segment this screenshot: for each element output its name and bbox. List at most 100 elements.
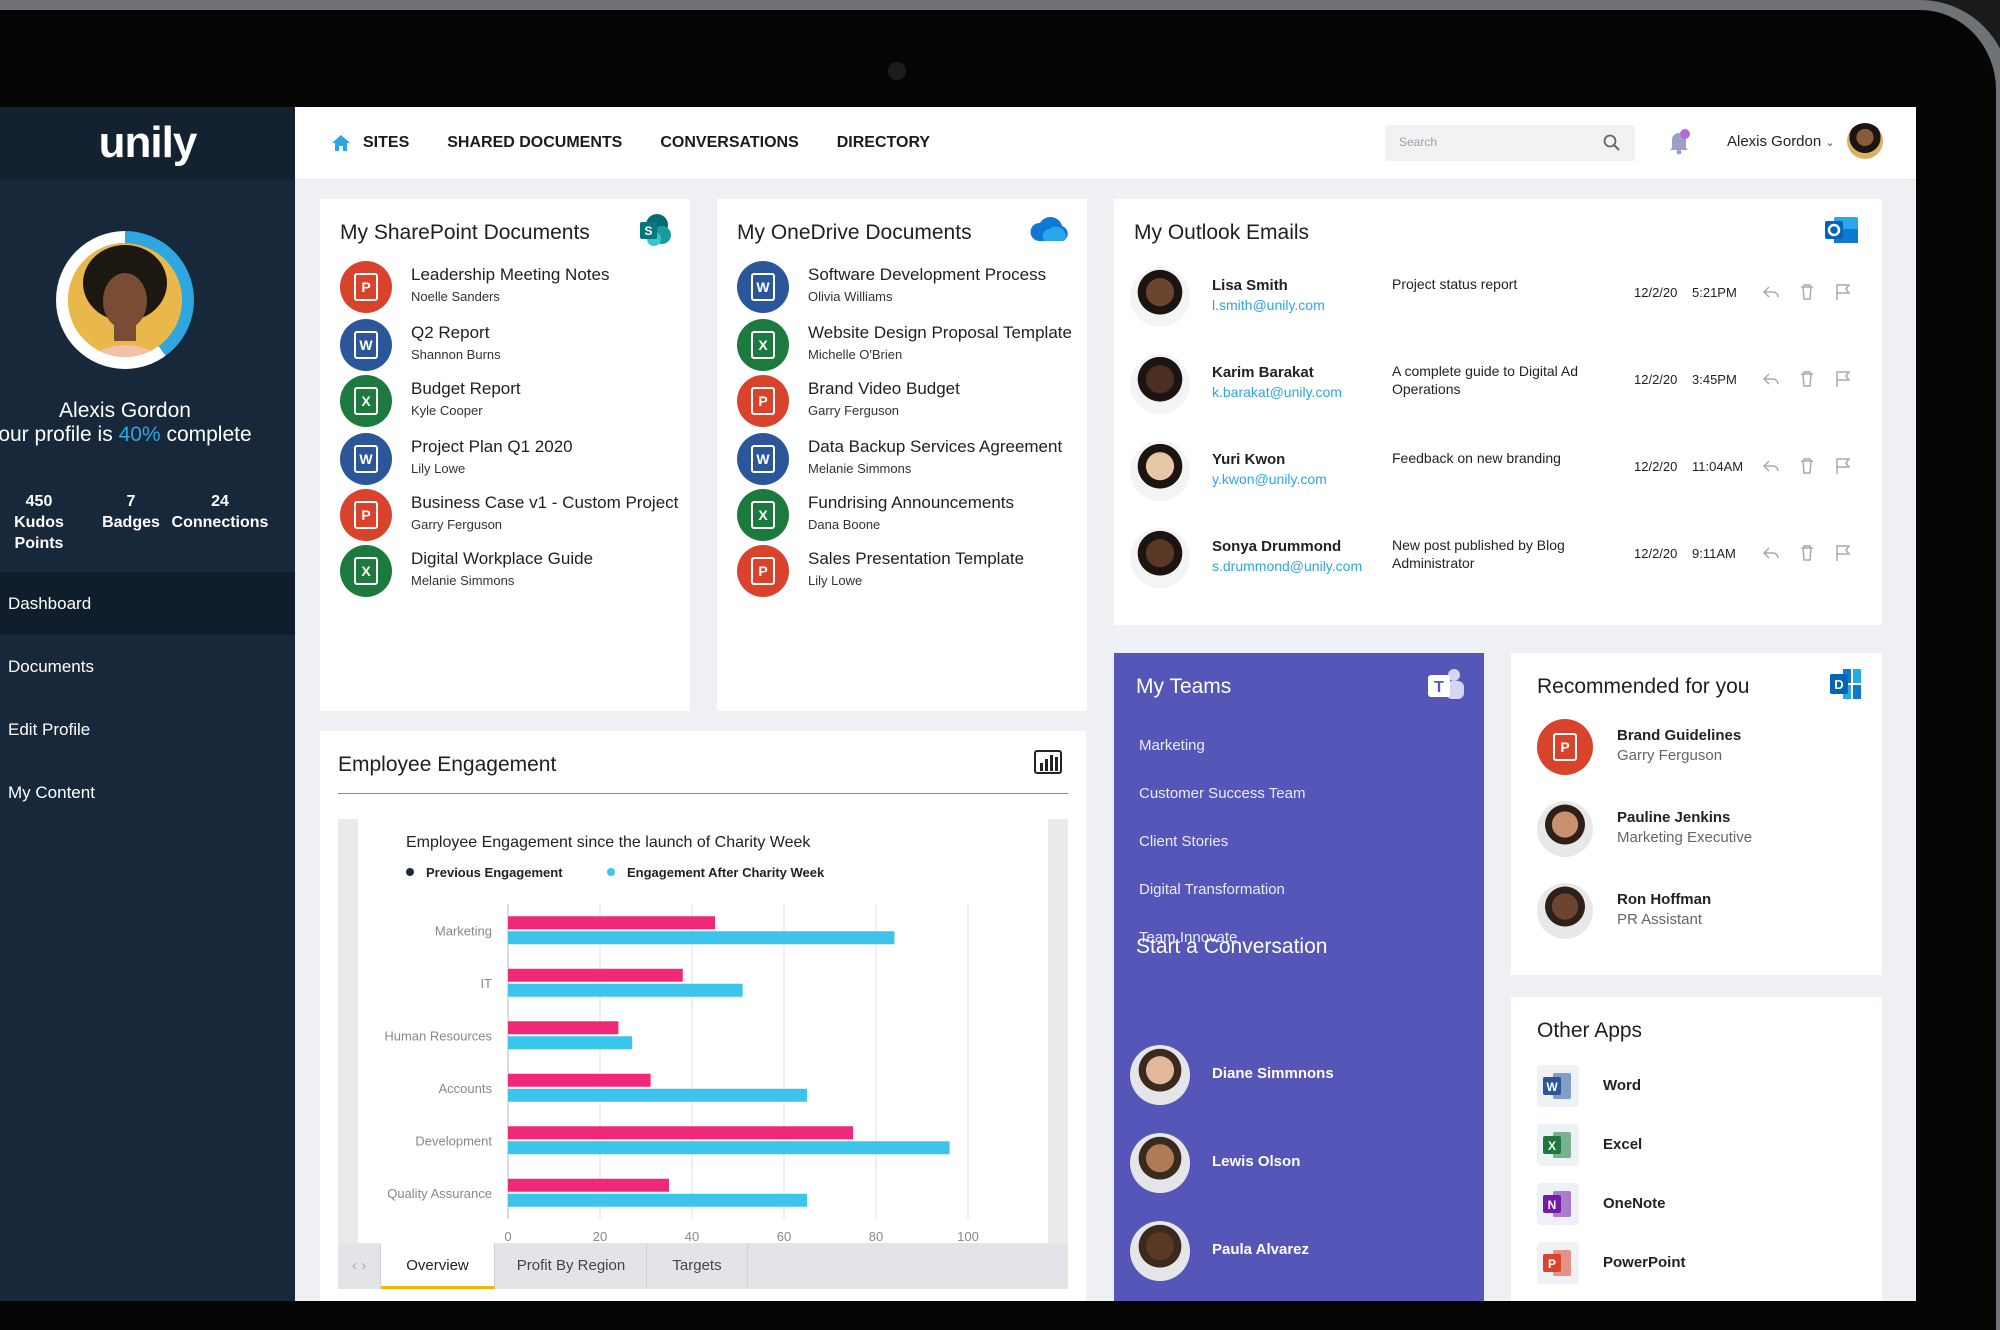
profile-avatar[interactable]	[68, 243, 182, 357]
email-row[interactable]: Karim Barakat k.barakat@unily.com A comple…	[1130, 354, 1870, 434]
team-link[interactable]: Client Stories	[1139, 833, 1228, 850]
conversation-person[interactable]: Diane Simmnons	[1130, 1045, 1430, 1107]
sender-email[interactable]: l.smith@unily.com	[1212, 297, 1325, 313]
bar-after	[508, 1193, 807, 1207]
flag-icon[interactable]	[1834, 370, 1852, 388]
document-author: Garry Ferguson	[808, 403, 900, 418]
delete-trash-icon[interactable]	[1798, 457, 1816, 475]
reply-icon[interactable]	[1762, 544, 1780, 562]
sidebar-item-edit-profile[interactable]: Edit Profile	[0, 698, 295, 761]
flag-icon[interactable]	[1834, 544, 1852, 562]
recommended-item[interactable]: Pauline Jenkins Marketing Executive	[1537, 801, 1837, 863]
tab-targets[interactable]: Targets	[647, 1243, 748, 1289]
document-item[interactable]: W Q2 Report Shannon Burns	[340, 319, 680, 379]
recommended-item[interactable]: P Brand Guidelines Garry Ferguson	[1537, 719, 1837, 781]
tab-overview[interactable]: Overview	[381, 1243, 495, 1289]
email-time: 11:04AM	[1692, 459, 1744, 474]
sender-email[interactable]: k.barakat@unily.com	[1212, 384, 1342, 400]
document-item[interactable]: P Sales Presentation Template Lily Lowe	[737, 545, 1077, 605]
stat-connections[interactable]: 24 Connections	[170, 491, 270, 533]
document-item[interactable]: W Software Development Process Olivia Will…	[737, 261, 1077, 321]
reply-icon[interactable]	[1762, 283, 1780, 301]
stat-badges[interactable]: 7 Badges	[96, 491, 166, 533]
legend-label: Previous Engagement	[426, 865, 563, 880]
email-actions	[1762, 544, 1852, 562]
recommended-item[interactable]: Ron Hoffman PR Assistant	[1537, 883, 1837, 945]
nav-shared-documents[interactable]: SHARED DOCUMENTS	[447, 134, 622, 152]
nav-directory[interactable]: DIRECTORY	[837, 134, 930, 152]
stat-kudos[interactable]: 450 Kudos Points	[0, 491, 84, 554]
sender-email[interactable]: s.drummond@unily.com	[1212, 558, 1362, 574]
person-avatar	[1537, 801, 1593, 857]
user-menu[interactable]: Alexis Gordon ⌄	[1727, 133, 1835, 150]
document-author: Melanie Simmons	[808, 461, 912, 476]
delete-trash-icon[interactable]	[1798, 283, 1816, 301]
sender-email[interactable]: y.kwon@unily.com	[1212, 471, 1327, 487]
app-link[interactable]: N OneNote	[1537, 1183, 1837, 1227]
search-input[interactable]: Search	[1385, 125, 1635, 161]
app-link[interactable]: X Excel	[1537, 1124, 1837, 1168]
email-row[interactable]: Sonya Drummond s.drummond@unily.com New po…	[1130, 528, 1870, 608]
document-item[interactable]: W Data Backup Services Agreement Melanie S…	[737, 433, 1077, 493]
document-author: Olivia Williams	[808, 289, 893, 304]
email-row[interactable]: Yuri Kwon y.kwon@unily.com Feedback on new…	[1130, 441, 1870, 521]
person-avatar	[1130, 1133, 1190, 1193]
conversation-person[interactable]: Lewis Olson	[1130, 1133, 1430, 1195]
sidebar-item-my-content[interactable]: My Content	[0, 761, 295, 824]
team-link[interactable]: Marketing	[1139, 737, 1205, 754]
notification-bell-icon[interactable]	[1667, 129, 1691, 155]
delete-trash-icon[interactable]	[1798, 544, 1816, 562]
power-bi-icon[interactable]	[1032, 745, 1066, 779]
document-author: Melanie Simmons	[411, 573, 515, 588]
person-avatar	[1130, 1221, 1190, 1281]
document-item[interactable]: P Leadership Meeting Notes Noelle Sanders	[340, 261, 680, 321]
email-date: 12/2/20	[1634, 372, 1678, 387]
search-icon[interactable]	[1603, 134, 1621, 152]
delete-trash-icon[interactable]	[1798, 370, 1816, 388]
email-row[interactable]: Lisa Smith l.smith@unily.com Project statu…	[1130, 267, 1870, 347]
recommended-subtitle: PR Assistant	[1617, 911, 1703, 928]
person-avatar	[1130, 1045, 1190, 1105]
reply-icon[interactable]	[1762, 370, 1780, 388]
chart-frame: Employee Engagement since the launch of …	[338, 819, 1068, 1289]
completion-percent: 40%	[118, 423, 161, 446]
document-item[interactable]: X Website Design Proposal Template Michell…	[737, 319, 1077, 379]
nav-sites[interactable]: SITES	[331, 134, 409, 152]
powerpoint-file-icon: P	[340, 261, 392, 313]
stat-label: Badges	[102, 514, 160, 531]
y-category-label: Human Resources	[384, 1028, 492, 1043]
user-avatar[interactable]	[1847, 123, 1883, 159]
stat-label: Connections	[171, 514, 269, 531]
bar-previous	[508, 1126, 853, 1140]
delve-icon: D	[1830, 669, 1861, 699]
bar-after	[508, 983, 743, 997]
document-item[interactable]: X Budget Report Kyle Cooper	[340, 375, 680, 435]
document-item[interactable]: X Fundrising Announcements Dana Boone	[737, 489, 1077, 549]
tab-profit-by-region[interactable]: Profit By Region	[496, 1243, 647, 1289]
word-file-icon: W	[340, 319, 392, 371]
powerpoint-app-icon: P	[1537, 1242, 1579, 1284]
app-link[interactable]: W Word	[1537, 1065, 1837, 1109]
sidebar-item-documents[interactable]: Documents	[0, 635, 295, 698]
conversation-person[interactable]: Paula Alvarez	[1130, 1221, 1430, 1283]
flag-icon[interactable]	[1834, 457, 1852, 475]
document-item[interactable]: X Digital Workplace Guide Melanie Simmons	[340, 545, 680, 605]
document-item[interactable]: W Project Plan Q1 2020 Lily Lowe	[340, 433, 680, 493]
app-link[interactable]: P PowerPoint	[1537, 1242, 1837, 1286]
team-link[interactable]: Digital Transformation	[1139, 881, 1285, 898]
tab-scroll-arrows-icon[interactable]: ‹ ›	[338, 1243, 381, 1289]
email-actions	[1762, 283, 1852, 301]
document-item[interactable]: P Business Case v1 - Custom Project Garry …	[340, 489, 680, 549]
document-author: Garry Ferguson	[411, 517, 503, 532]
document-title: Website Design Proposal Template	[808, 323, 1072, 342]
team-link[interactable]: Customer Success Team	[1139, 785, 1305, 802]
document-item[interactable]: P Brand Video Budget Garry Ferguson	[737, 375, 1077, 435]
nav-conversations[interactable]: CONVERSATIONS	[660, 134, 798, 152]
email-time: 9:11AM	[1692, 546, 1736, 561]
reply-icon[interactable]	[1762, 457, 1780, 475]
document-title: Leadership Meeting Notes	[411, 265, 610, 284]
completion-prefix: our profile is	[0, 423, 113, 446]
sidebar-item-dashboard[interactable]: Dashboard	[0, 572, 295, 635]
flag-icon[interactable]	[1834, 283, 1852, 301]
unily-logo[interactable]: unily	[99, 118, 198, 168]
